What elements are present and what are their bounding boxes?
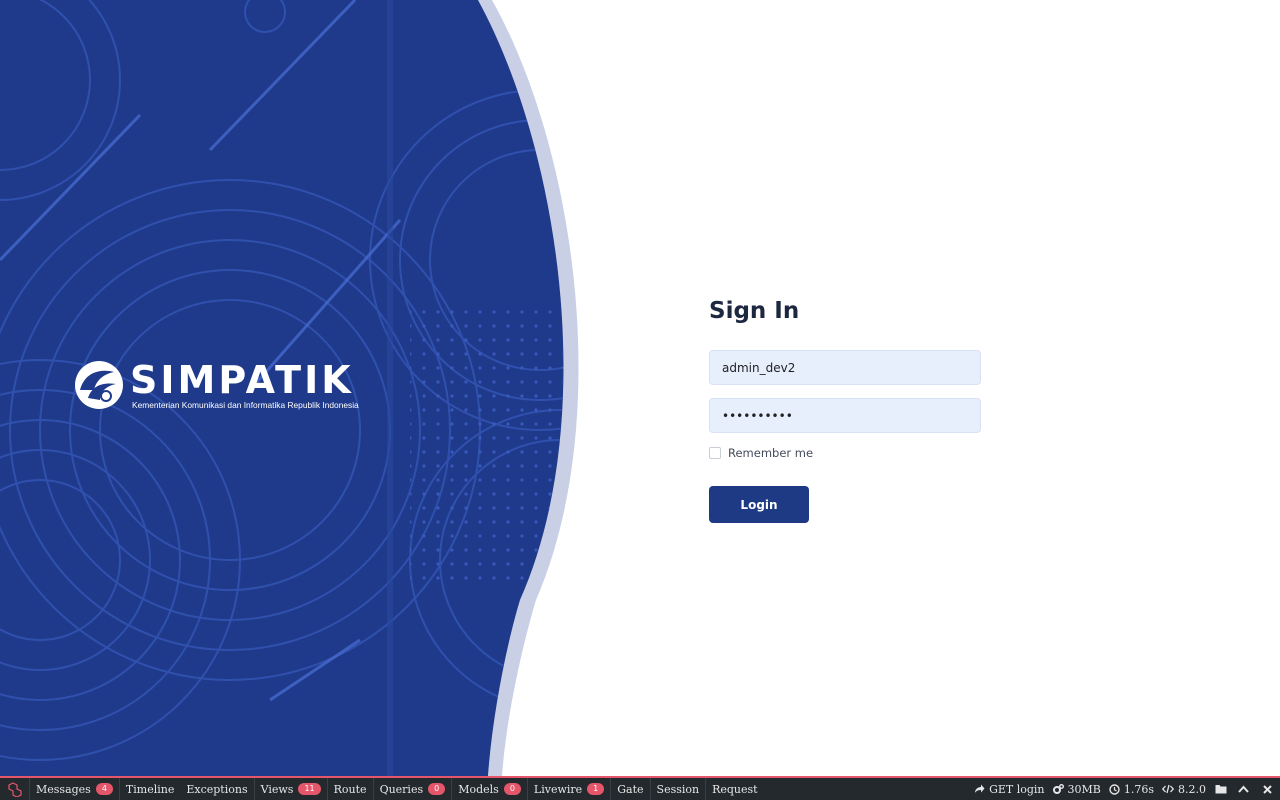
tab-label: Session [656,782,700,796]
debug-tab-request[interactable]: Request [706,778,764,800]
remember-me-label[interactable]: Remember me [728,446,813,460]
gears-icon [1052,783,1064,794]
tab-badge: 4 [95,783,113,795]
tab-label: Queries [379,782,424,796]
share-icon [975,784,985,793]
tab-label: Views [260,782,294,796]
tab-badge: 11 [298,783,321,795]
duration-stat[interactable]: 1.76s [1105,783,1158,796]
tab-label: Route [333,782,367,796]
debug-tab-messages[interactable]: Messages 4 [30,778,120,800]
debugbar: Messages 4 Timeline Exceptions Views 11 … [0,776,1280,800]
remember-me-checkbox[interactable] [709,447,721,459]
tab-label: Timeline [125,782,175,796]
php-version-stat[interactable]: 8.2.0 [1158,783,1210,796]
debug-tab-views[interactable]: Views 11 [255,778,328,800]
clock-icon [1109,783,1120,795]
remember-me-row: Remember me [709,446,981,460]
code-icon [1162,784,1174,794]
tab-label: Gate [617,782,644,796]
page-title: Sign In [709,298,800,324]
php-version-text: 8.2.0 [1178,782,1206,796]
tab-label: Livewire [533,782,583,796]
debug-tab-timeline[interactable]: Timeline [120,778,180,800]
tab-label: Models [458,782,499,796]
login-page: SIMPATIK Kementerian Komunikasi dan Info… [0,0,1280,800]
close-icon[interactable] [1254,778,1280,800]
tab-label: Request [712,782,758,796]
brand-subtitle: Kementerian Komunikasi dan Informatika R… [132,400,359,410]
chevron-up-icon[interactable] [1232,778,1254,800]
route-stat[interactable]: GET login [970,783,1048,796]
tab-badge: 0 [503,783,521,795]
folder-icon[interactable] [1210,778,1232,800]
memory-text: 30MB [1067,782,1101,796]
debug-tab-models[interactable]: Models 0 [452,778,528,800]
username-input[interactable] [709,350,981,385]
tab-badge: 1 [587,783,605,795]
tab-badge: 0 [428,783,446,795]
tab-label: Messages [36,782,91,796]
brand-name: SIMPATIK [130,358,354,402]
kominfo-emblem-icon [75,361,123,409]
laravel-icon[interactable] [0,778,30,800]
debug-tab-queries[interactable]: Queries 0 [374,778,453,800]
password-input[interactable] [709,398,981,433]
memory-stat[interactable]: 30MB [1049,783,1105,796]
debug-tab-session[interactable]: Session [651,778,707,800]
duration-text: 1.76s [1123,782,1154,796]
simpatik-logo: SIMPATIK Kementerian Komunikasi dan Info… [74,358,374,418]
tab-label: Exceptions [186,782,248,796]
debug-tab-gate[interactable]: Gate [611,778,651,800]
debugbar-stats: GET login 30MB 1.76s 8.2.0 [970,778,1280,800]
login-button[interactable]: Login [709,486,809,523]
debug-tab-exceptions[interactable]: Exceptions [180,778,255,800]
route-text: GET login [989,782,1045,796]
debug-tab-route[interactable]: Route [328,778,374,800]
sign-in-form: Sign In Remember me Login [709,296,981,523]
debug-tab-livewire[interactable]: Livewire 1 [528,778,612,800]
